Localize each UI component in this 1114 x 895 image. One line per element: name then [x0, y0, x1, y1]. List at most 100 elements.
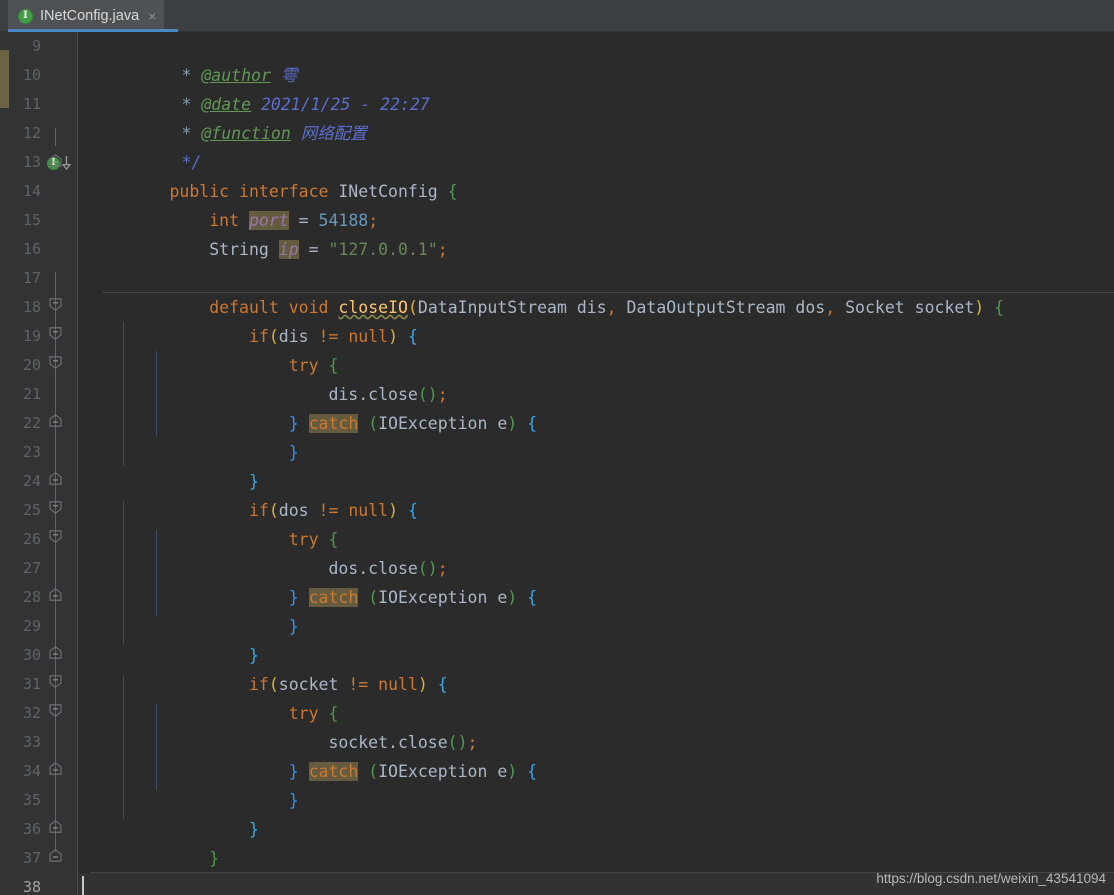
- fold-start-marker[interactable]: [49, 356, 62, 369]
- watermark-url: https://blog.csdn.net/weixin_43541094: [876, 871, 1106, 886]
- brace-open: {: [437, 675, 448, 694]
- code-line: }: [90, 815, 219, 868]
- code-line: } catch (IOException e) {: [90, 380, 537, 433]
- editor-tab-inetconfig-java[interactable]: I INetConfig.java ×: [8, 0, 165, 32]
- field-ip-value: "127.0.0.1": [328, 240, 438, 259]
- line-number: 24: [22, 472, 41, 490]
- line-number: 12: [22, 124, 41, 142]
- line-number: 16: [22, 240, 41, 258]
- brace-open: {: [447, 182, 458, 201]
- keyword-catch: catch: [308, 762, 359, 781]
- brace-close: }: [288, 617, 299, 636]
- paren-close: ): [388, 501, 399, 520]
- fold-end-marker[interactable]: [49, 414, 62, 427]
- code-line: try {: [90, 322, 339, 375]
- fold-end-marker[interactable]: [49, 646, 62, 659]
- code-line: }: [90, 409, 299, 462]
- line-number: 21: [22, 385, 41, 403]
- paren-close: ): [507, 588, 518, 607]
- param-type-datainputstream: DataInputStream: [417, 298, 567, 317]
- fold-end-marker[interactable]: [49, 820, 62, 833]
- java-interface-icon: I: [18, 8, 33, 24]
- fold-start-marker[interactable]: [49, 704, 62, 717]
- comma: ,: [825, 298, 836, 317]
- exception-var: e: [497, 762, 508, 781]
- line-number: 33: [22, 733, 41, 751]
- fold-start-marker[interactable]: [49, 530, 62, 543]
- line-number: 28: [22, 588, 41, 606]
- fold-connector: [55, 128, 56, 146]
- fold-start-marker[interactable]: [49, 327, 62, 340]
- brace-close: }: [209, 849, 220, 868]
- fold-start-marker[interactable]: [49, 501, 62, 514]
- line-number: 37: [22, 849, 41, 867]
- fold-end-marker[interactable]: [49, 154, 62, 167]
- code-line: dos.close();: [90, 525, 447, 578]
- paren-open: (: [368, 762, 379, 781]
- brace-open: {: [407, 501, 418, 520]
- code-line: int port = 54188;: [90, 177, 378, 230]
- paren-open: (: [368, 414, 379, 433]
- fold-start-marker[interactable]: [49, 298, 62, 311]
- editor-tabbar: I INetConfig.java ×: [0, 0, 1114, 32]
- semicolon: ;: [437, 240, 448, 259]
- code-line: public interface INetConfig {: [90, 148, 457, 201]
- code-line: } catch (IOException e) {: [90, 728, 537, 781]
- keyword-null: null: [348, 501, 389, 520]
- line-number-current: 38: [22, 878, 41, 895]
- line-number: 23: [22, 443, 41, 461]
- brace-close: }: [288, 791, 299, 810]
- close-icon[interactable]: ×: [146, 8, 156, 24]
- fold-end-marker[interactable]: [49, 762, 62, 775]
- code-line: } catch (IOException e) {: [90, 554, 537, 607]
- code-line: }: [90, 757, 299, 810]
- line-number: 11: [22, 95, 41, 113]
- javadoc-function-value: 网络配置: [300, 124, 367, 143]
- vcs-change-strip[interactable]: [0, 32, 9, 895]
- line-number: 30: [22, 646, 41, 664]
- line-number: 19: [22, 327, 41, 345]
- line-number: 14: [22, 182, 41, 200]
- line-number: 36: [22, 820, 41, 838]
- comma: ,: [606, 298, 617, 317]
- exception-var: e: [497, 414, 508, 433]
- line-number: 18: [22, 298, 41, 316]
- ide-editor-window: I INetConfig.java × 9 10 11 12 13 14 15 …: [0, 0, 1114, 895]
- brace-open: {: [527, 588, 538, 607]
- line-number: 31: [22, 675, 41, 693]
- fold-end-marker[interactable]: [49, 588, 62, 601]
- vcs-change-marker[interactable]: [0, 50, 9, 108]
- keyword-catch: catch: [308, 414, 359, 433]
- code-text-area[interactable]: * @author 雩 * @date 2021/1/25 - 22:27 * …: [78, 32, 1114, 895]
- exception-var: e: [497, 588, 508, 607]
- param-name-dos: dos: [795, 298, 826, 317]
- code-editor[interactable]: 9 10 11 12 13 14 15 16 17 18 19 20 21 22…: [0, 32, 1114, 895]
- code-line: if(dos != null) {: [90, 467, 418, 520]
- code-line: if(dis != null) {: [90, 293, 418, 346]
- fold-start-marker[interactable]: [49, 675, 62, 688]
- brace-open: {: [994, 298, 1005, 317]
- line-number-gutter[interactable]: 9 10 11 12 13 14 15 16 17 18 19 20 21 22…: [9, 32, 77, 895]
- operator-not-equal: !=: [348, 675, 369, 694]
- code-line: try {: [90, 496, 339, 549]
- arrow-down-icon: [61, 156, 72, 170]
- code-line: */: [102, 119, 201, 172]
- line-number: 13: [22, 153, 41, 171]
- fold-connector: [55, 272, 56, 592]
- fold-end-marker[interactable]: [49, 472, 62, 485]
- param-name-dis: dis: [576, 298, 607, 317]
- fold-end-marker[interactable]: [49, 849, 62, 862]
- editor-tab-label: INetConfig.java: [40, 8, 140, 24]
